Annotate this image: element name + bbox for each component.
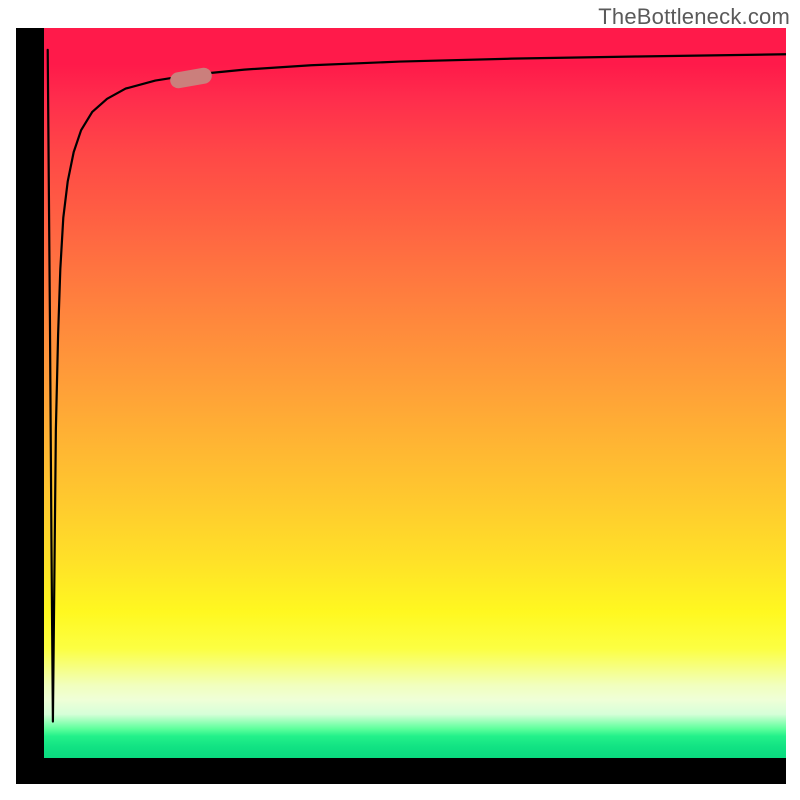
chart-plot-area: [44, 28, 786, 758]
watermark-text: TheBottleneck.com: [598, 4, 790, 30]
bottleneck-curve: [48, 50, 786, 722]
curve-marker: [169, 66, 213, 89]
chart-svg: [44, 28, 786, 758]
chart-frame: [16, 28, 786, 784]
marker-pill: [169, 66, 213, 89]
